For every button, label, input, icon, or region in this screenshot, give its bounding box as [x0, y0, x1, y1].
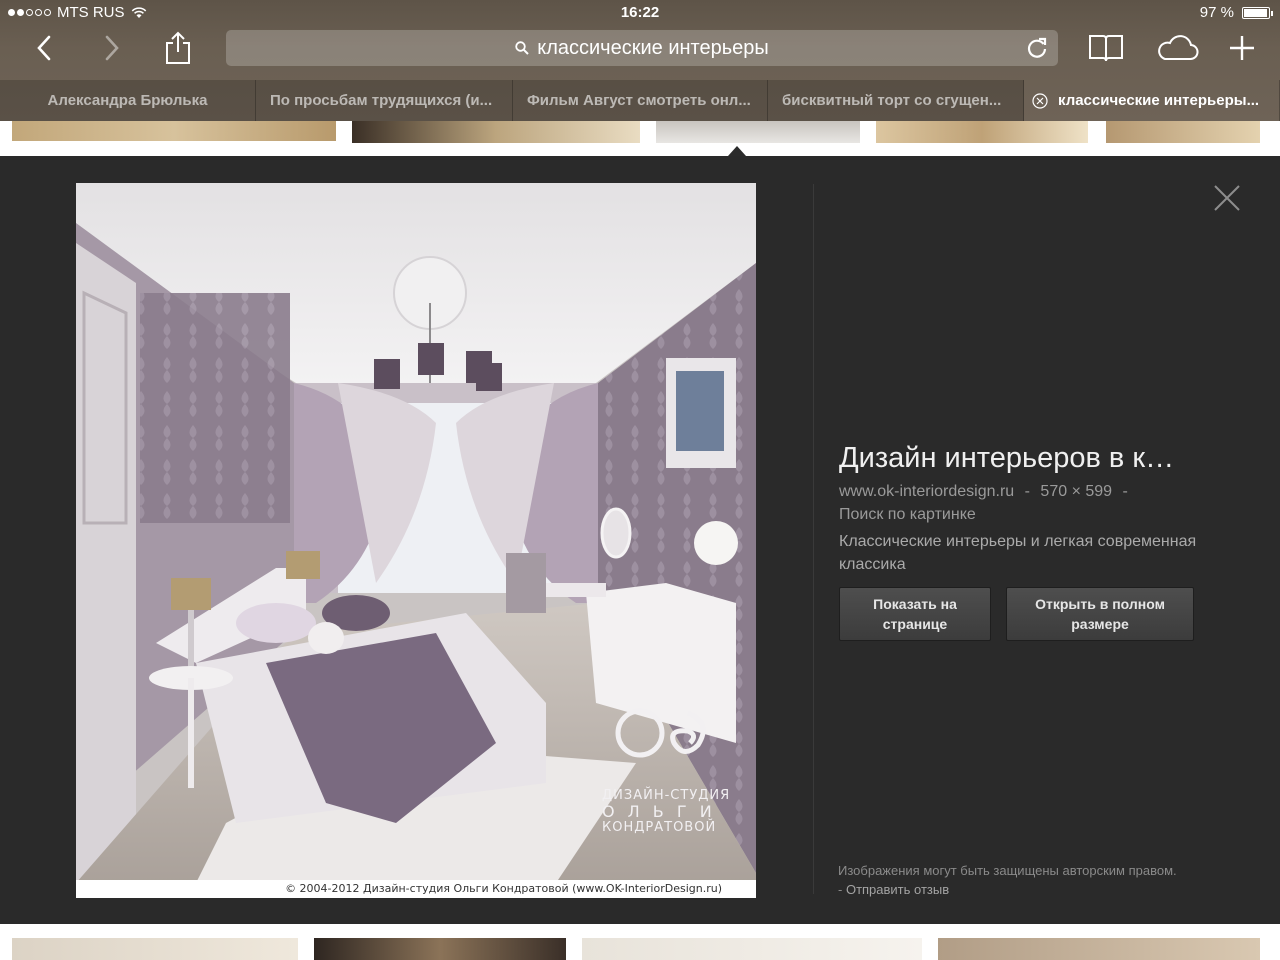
- new-tab-button[interactable]: [1222, 30, 1262, 66]
- search-by-image-link[interactable]: Поиск по картинке: [839, 503, 1199, 526]
- tab-2[interactable]: По просьбам трудящихся (и...: [256, 80, 513, 121]
- status-bar: MTS RUS 16:22 97 %: [0, 0, 1280, 26]
- share-button[interactable]: [158, 30, 198, 66]
- close-preview-button[interactable]: [1212, 183, 1242, 213]
- thumbnail-image[interactable]: [12, 121, 336, 141]
- bookmarks-icon: [1089, 35, 1123, 62]
- url-bar[interactable]: классические интерьеры: [226, 30, 1058, 66]
- forward-button[interactable]: [92, 30, 132, 66]
- divider: [813, 184, 814, 894]
- result-site[interactable]: www.ok-interiordesign.ru: [839, 483, 1014, 500]
- url-text: классические интерьеры: [537, 36, 769, 59]
- tab-5-active[interactable]: классические интерьеры...: [1024, 80, 1280, 121]
- open-full-size-button[interactable]: Открыть в полном размере: [1006, 587, 1194, 641]
- icloud-tabs-button[interactable]: [1154, 30, 1200, 66]
- reload-icon: [1027, 37, 1047, 58]
- clock: 16:22: [620, 4, 660, 21]
- search-icon: [515, 41, 529, 55]
- forward-icon: [105, 35, 119, 61]
- close-tab-icon[interactable]: [1032, 92, 1048, 109]
- result-meta: www.ok-interiordesign.ru - 570 × 599 - П…: [839, 480, 1199, 526]
- thumbnail-image[interactable]: [582, 938, 922, 960]
- reload-button[interactable]: [1026, 36, 1048, 66]
- tab-1[interactable]: Александра Брюлька: [0, 80, 256, 121]
- result-description: Классические интерьеры и легкая современ…: [839, 533, 1197, 573]
- thumbnail-image[interactable]: [656, 121, 860, 143]
- battery-percent: 97 %: [1199, 4, 1234, 21]
- back-icon: [37, 35, 51, 61]
- show-on-page-button[interactable]: Показать на странице: [839, 587, 991, 641]
- studio-logo-icon: [615, 708, 706, 758]
- new-tab-icon: [1230, 36, 1254, 60]
- share-icon: [166, 31, 190, 64]
- copyright-notice: Изображения могут быть защищены авторски…: [838, 863, 1177, 897]
- selection-pointer: [728, 146, 746, 156]
- thumbnail-image[interactable]: [1106, 121, 1260, 143]
- thumbnail-image[interactable]: [938, 938, 1260, 960]
- battery-icon: [1242, 6, 1273, 19]
- tab-4[interactable]: бисквитный торт со сгущен...: [768, 80, 1024, 121]
- bookmarks-button[interactable]: [1086, 30, 1126, 66]
- result-title[interactable]: Дизайн интерьеров в к…: [839, 442, 1219, 475]
- icloud-tabs-icon: [1158, 35, 1199, 60]
- result-size: 570 × 599: [1040, 483, 1113, 500]
- tab-3[interactable]: Фильм Август смотреть онл...: [513, 80, 768, 121]
- preview-image[interactable]: ДИЗАЙН-СТУДИЯ О Л Ь Г И КОНДРАТОВОЙ © 20…: [76, 183, 756, 898]
- browser-chrome: MTS RUS 16:22 97 % классические интерьер…: [0, 0, 1280, 121]
- thumbnail-image[interactable]: [352, 121, 640, 143]
- thumbnail-image[interactable]: [12, 938, 298, 960]
- studio-logo-text: ДИЗАЙН-СТУДИЯ О Л Ь Г И КОНДРАТОВОЙ: [602, 708, 730, 836]
- image-credit: © 2004-2012 Дизайн-студия Ольги Кондрато…: [76, 880, 756, 898]
- feedback-link[interactable]: Отправить отзыв: [846, 882, 949, 897]
- back-button[interactable]: [24, 30, 64, 66]
- thumbnail-image[interactable]: [314, 938, 566, 960]
- close-icon: [1214, 185, 1240, 211]
- thumbnail-image[interactable]: [876, 121, 1088, 143]
- tab-bar: Александра Брюлька По просьбам трудящихс…: [0, 80, 1280, 121]
